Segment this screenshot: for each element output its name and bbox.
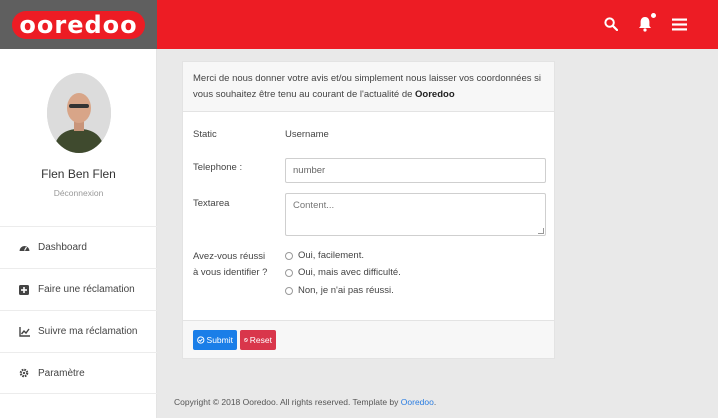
textarea-label: Textarea (193, 198, 230, 209)
submit-button[interactable]: Submit (193, 330, 237, 350)
submit-label: Submit (206, 335, 233, 345)
footer-link[interactable]: Ooredoo (401, 397, 434, 407)
menu-icon[interactable] (670, 14, 688, 34)
static-value: Username (285, 129, 329, 140)
sidebar-item-parametre[interactable]: Paramètre (0, 352, 157, 394)
feedback-form-card: Merci de nous donner votre avis et/ou si… (182, 61, 555, 359)
sidebar-item-label: Faire une réclamation (38, 284, 135, 295)
content-textarea[interactable]: Content... (285, 193, 546, 236)
radio-button[interactable] (285, 251, 293, 260)
intro-text: Merci de nous donner votre avis et/ou si… (193, 73, 541, 100)
avatar (47, 73, 111, 153)
ban-icon (244, 338, 248, 342)
radio-button[interactable] (285, 268, 293, 277)
radio-option-non[interactable]: Non, je n'ai pas réussi. (285, 285, 394, 296)
textarea-placeholder: Content... (293, 200, 335, 211)
form-actions: Submit Reset (183, 320, 554, 358)
check-circle-icon (197, 336, 205, 344)
chart-icon (18, 326, 30, 338)
radio-button[interactable] (285, 286, 293, 295)
telephone-label: Telephone : (193, 162, 243, 173)
sidebar-item-label: Paramètre (38, 367, 85, 379)
sidebar: Flen Ben Flen Déconnexion Dashboard Fair… (0, 49, 157, 418)
header-icons (602, 12, 688, 34)
page-footer: Copyright © 2018 Ooredoo. All rights res… (174, 397, 436, 407)
notification-badge (650, 12, 657, 19)
plus-square-icon (18, 284, 30, 296)
form-intro: Merci de nous donner votre avis et/ou si… (183, 62, 554, 112)
sidebar-item-suivre-reclamation[interactable]: Suivre ma réclamation (0, 310, 157, 352)
radio-option-difficulte[interactable]: Oui, mais avec difficulté. (285, 267, 401, 278)
question-label-line1: Avez-vous réussi (193, 251, 266, 262)
gear-icon (18, 367, 30, 379)
bell-icon[interactable] (636, 12, 657, 34)
sidebar-item-label: Dashboard (38, 242, 87, 253)
user-name: Flen Ben Flen (41, 167, 116, 181)
search-icon[interactable] (602, 14, 620, 34)
resize-handle[interactable] (538, 228, 544, 234)
logout-link[interactable]: Déconnexion (0, 188, 157, 198)
footer-period: . (433, 397, 437, 407)
reset-button[interactable]: Reset (240, 330, 276, 350)
reset-label: Reset (249, 335, 272, 345)
sidebar-nav: Dashboard Faire une réclamation Suivre m… (0, 226, 157, 394)
sidebar-item-dashboard[interactable]: Dashboard (0, 226, 157, 268)
radio-label: Oui, facilement. (298, 250, 364, 261)
copyright-text: Copyright © 2018 Ooredoo. All rights res… (174, 397, 399, 407)
top-header: ooredoo (0, 0, 718, 49)
radio-label: Non, je n'ai pas réussi. (298, 285, 394, 296)
sidebar-item-faire-reclamation[interactable]: Faire une réclamation (0, 268, 157, 310)
static-label: Static (193, 129, 217, 140)
dashboard-icon (18, 242, 30, 254)
intro-brand: Ooredoo (415, 89, 455, 100)
question-label-line2: à vous identifier ? (193, 267, 268, 278)
radio-label: Oui, mais avec difficulté. (298, 267, 401, 278)
brand-area: ooredoo (0, 0, 157, 49)
telephone-input[interactable]: number (285, 158, 546, 183)
telephone-placeholder: number (293, 165, 326, 176)
sidebar-item-label: Suivre ma réclamation (38, 326, 138, 337)
radio-option-facilement[interactable]: Oui, facilement. (285, 250, 364, 261)
ooredoo-logo[interactable]: ooredoo (12, 10, 145, 39)
